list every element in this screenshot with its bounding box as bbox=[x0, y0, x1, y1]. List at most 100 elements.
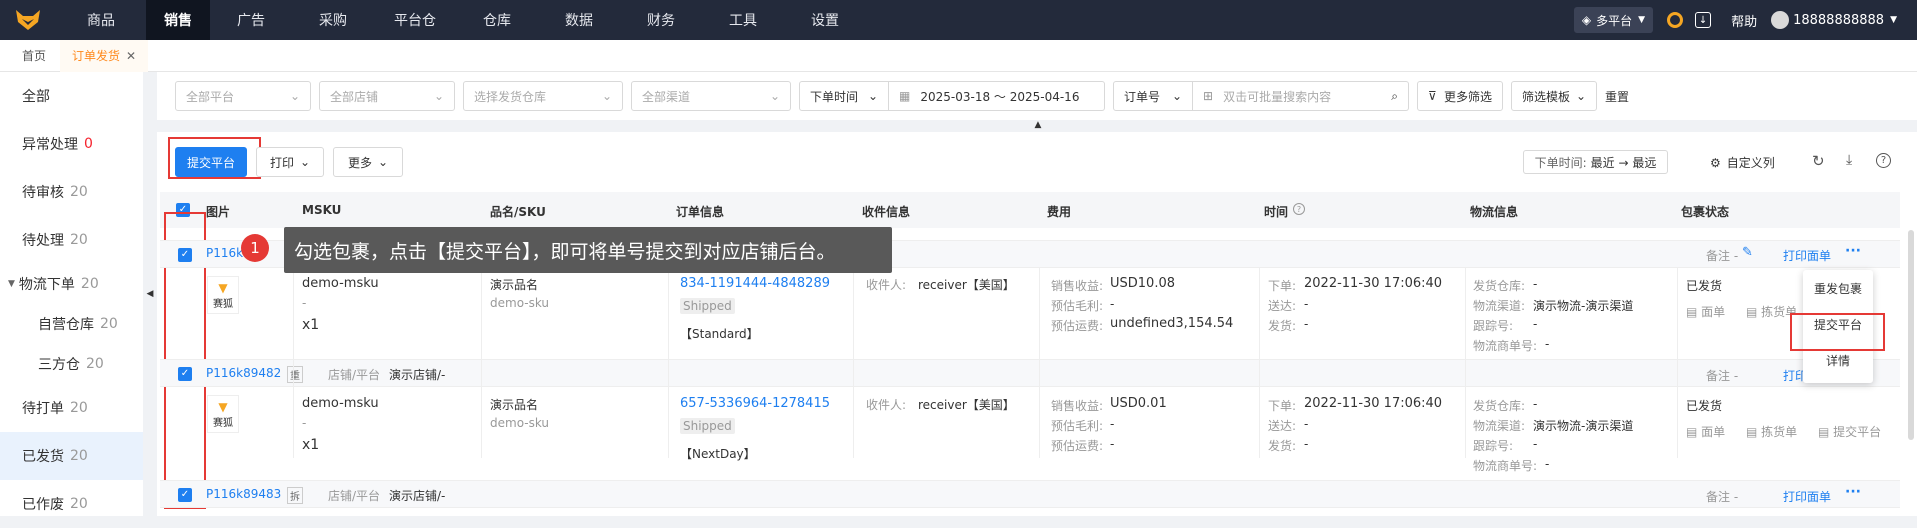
fee-label: 预估毛利: bbox=[1051, 299, 1104, 313]
sidebar-item-count: 20 bbox=[70, 400, 88, 416]
more-dots-icon[interactable]: ··· bbox=[1845, 243, 1861, 259]
receiver-value: receiver【美国】 bbox=[918, 398, 1015, 412]
sidebar-item-shipped[interactable]: 已发货 20 bbox=[0, 432, 143, 480]
guide-tooltip-text: 勾选包裹，点击【提交平台】，即可将单号提交到对应店铺后台。 bbox=[294, 240, 836, 263]
thumbnail-text: 赛狐 bbox=[213, 417, 233, 429]
logistics-label: 物流渠道: bbox=[1473, 419, 1526, 433]
thumbnail-text: 赛狐 bbox=[213, 298, 233, 310]
help-link[interactable]: 帮助 bbox=[1731, 11, 1757, 30]
sidebar-item-pending[interactable]: 待处理 20 bbox=[0, 216, 143, 264]
platform-order-link[interactable]: 834-1191444-4848289 bbox=[680, 276, 830, 291]
nav-warehouse[interactable]: 仓库 bbox=[456, 0, 538, 40]
sidebar-item-exception[interactable]: 异常处理 0 bbox=[0, 120, 143, 168]
print-label-link[interactable]: 打印面单 bbox=[1783, 247, 1831, 264]
download-icon[interactable]: ↓ bbox=[1695, 12, 1712, 28]
sidebar-item-pending-review[interactable]: 待审核 20 bbox=[0, 168, 143, 216]
order-field-value: 订单号 bbox=[1124, 89, 1161, 104]
platform-select[interactable]: 全部平台 ⌄ bbox=[175, 81, 311, 111]
reset-button[interactable]: 重置 bbox=[1605, 88, 1629, 105]
export-icon[interactable]: ⤓ bbox=[1846, 152, 1852, 168]
order-id-link[interactable]: P116k89482 bbox=[206, 366, 281, 380]
nav-data[interactable]: 数据 bbox=[538, 0, 620, 40]
scrollbar[interactable] bbox=[1908, 230, 1914, 440]
settings-icon: ⚙ bbox=[1710, 155, 1721, 170]
user-name[interactable]: 18888888888 bbox=[1793, 13, 1884, 28]
msku-sub: - bbox=[302, 416, 307, 430]
submit-platform-action[interactable]: ▤ 提交平台 bbox=[1818, 423, 1881, 440]
time-type-select[interactable]: 下单时间 ⌄ bbox=[799, 81, 889, 111]
search-input[interactable]: ⊞ 双击可批量搜索内容 ⌕ bbox=[1193, 81, 1409, 111]
sidebar-item-count: 20 bbox=[86, 356, 104, 372]
remark-label: 备注 - bbox=[1706, 369, 1739, 383]
nav-platform-warehouse[interactable]: 平台仓 bbox=[374, 0, 456, 40]
close-icon[interactable]: ✕ bbox=[126, 49, 136, 63]
tab-order-shipping[interactable]: 订单发货 ✕ bbox=[60, 39, 149, 72]
more-dots-icon[interactable]: ··· bbox=[1845, 484, 1861, 500]
caret-down-icon: ▼ bbox=[8, 279, 15, 289]
platform-switch[interactable]: ◈ 多平台 ▼ bbox=[1573, 7, 1654, 33]
sidebar-collapse-handle[interactable]: ◀ bbox=[143, 72, 157, 516]
msku-sub: - bbox=[302, 296, 307, 310]
filter-template-select[interactable]: 筛选模板 ⌄ bbox=[1511, 81, 1597, 111]
label-action[interactable]: ▤ 面单 bbox=[1686, 303, 1725, 320]
nav-products[interactable]: 商品 bbox=[56, 0, 146, 40]
sidebar-item-void[interactable]: 已作废 20 bbox=[0, 480, 143, 528]
print-label-link[interactable]: 打印面单 bbox=[1783, 488, 1831, 505]
column-divider bbox=[481, 268, 482, 458]
platform-order-link[interactable]: 657-5336964-1278415 bbox=[680, 396, 830, 411]
search-icon[interactable]: ⌕ bbox=[1391, 89, 1398, 104]
help-icon[interactable]: ? bbox=[1876, 153, 1891, 168]
notification-icon[interactable] bbox=[1667, 12, 1684, 28]
guide-tooltip: 勾选包裹，点击【提交平台】，即可将单号提交到对应店铺后台。 bbox=[284, 227, 892, 273]
shop-value: 演示店铺/- bbox=[389, 489, 446, 503]
edit-icon[interactable]: ✎ bbox=[1742, 245, 1753, 260]
sort-select[interactable]: 下单时间: 最近 → 最远 bbox=[1523, 150, 1668, 174]
time-value: - bbox=[1304, 297, 1309, 311]
nav-sales[interactable]: 销售 bbox=[146, 0, 210, 40]
collapse-filter-icon[interactable]: ▲ bbox=[1008, 120, 1068, 132]
warehouse-select[interactable]: 选择发货仓库 ⌄ bbox=[463, 81, 623, 111]
nav-settings[interactable]: 设置 bbox=[784, 0, 866, 40]
sidebar-item-logistics[interactable]: ▼ 物流下单 20 bbox=[0, 264, 143, 304]
refresh-icon[interactable]: ↻ bbox=[1812, 152, 1825, 170]
menu-item-resend-package[interactable]: 重发包裹 bbox=[1803, 270, 1873, 306]
more-filter-button[interactable]: ⊽ 更多筛选 bbox=[1417, 81, 1503, 111]
shop-select[interactable]: 全部店铺 ⌄ bbox=[319, 81, 455, 111]
avatar[interactable] bbox=[1771, 11, 1790, 29]
sidebar-item-own-warehouse[interactable]: 自营仓库 20 bbox=[0, 304, 143, 344]
custom-columns-button[interactable]: ⚙ 自定义列 bbox=[1710, 154, 1775, 171]
receiver-value: receiver【美国】 bbox=[918, 278, 1015, 292]
more-label: 更多 bbox=[347, 155, 372, 170]
sidebar-item-to-print[interactable]: 待打单 20 bbox=[0, 384, 143, 432]
order-checkbox[interactable]: ✓ bbox=[178, 248, 192, 262]
nav-purchase[interactable]: 采购 bbox=[292, 0, 374, 40]
nav-tools[interactable]: 工具 bbox=[702, 0, 784, 40]
sidebar-item-all[interactable]: 全部 bbox=[0, 72, 143, 120]
col-msku: MSKU bbox=[302, 203, 342, 217]
date-range-picker[interactable]: ▦ 2025-03-18 ～ 2025-04-16 bbox=[889, 81, 1105, 111]
print-button[interactable]: 打印 ⌄ bbox=[256, 147, 324, 177]
sidebar-item-label: 自营仓库 bbox=[38, 317, 94, 333]
package-status: 已发货 bbox=[1686, 279, 1723, 293]
tab-home[interactable]: 首页 bbox=[0, 40, 60, 72]
sidebar-item-third-party[interactable]: 三方仓 20 bbox=[0, 344, 143, 384]
order-field-select[interactable]: 订单号 ⌄ bbox=[1113, 81, 1193, 111]
chevron-down-icon[interactable]: ▼ bbox=[1890, 15, 1897, 25]
col-time: 时间 bbox=[1264, 205, 1289, 219]
picking-list-action[interactable]: ▤ 拣货单 bbox=[1746, 423, 1797, 440]
sidebar-item-label: 三方仓 bbox=[38, 357, 80, 373]
column-divider bbox=[293, 268, 294, 458]
nav-ads[interactable]: 广告 bbox=[210, 0, 292, 40]
label-action[interactable]: ▤ 面单 bbox=[1686, 423, 1725, 440]
quantity: x1 bbox=[302, 317, 320, 333]
order-id-link[interactable]: P116k89483 bbox=[206, 487, 281, 501]
step-number-badge: 1 bbox=[241, 234, 269, 262]
nav-finance[interactable]: 财务 bbox=[620, 0, 702, 40]
order-checkbox[interactable]: ✓ bbox=[178, 488, 192, 502]
logo-icon[interactable] bbox=[0, 0, 56, 40]
channel-select[interactable]: 全部渠道 ⌄ bbox=[631, 81, 791, 111]
more-button[interactable]: 更多 ⌄ bbox=[333, 147, 403, 177]
logistics-label: 发货仓库: bbox=[1473, 399, 1526, 413]
fee-label: 销售收益: bbox=[1051, 399, 1104, 413]
order-checkbox[interactable]: ✓ bbox=[178, 367, 192, 381]
